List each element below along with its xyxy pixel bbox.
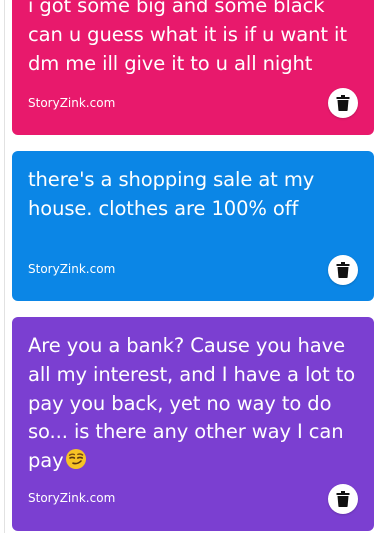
left-divider (4, 0, 5, 533)
card-text: Are you a bank? Cause you have all my in… (28, 332, 360, 479)
delete-button[interactable] (328, 88, 358, 118)
pickup-line-card: Are you a bank? Cause you have all my in… (12, 317, 374, 531)
pickup-line-card: i got some big and some black can u gues… (12, 0, 374, 135)
trash-icon (336, 491, 350, 507)
delete-button[interactable] (328, 484, 358, 514)
pickup-line-card: there's a shopping sale at my house. clo… (12, 151, 374, 301)
card-source-label: StoryZink.com (28, 491, 116, 505)
delete-button[interactable] (328, 255, 358, 285)
card-text: there's a shopping sale at my house. clo… (28, 168, 315, 220)
trash-icon (336, 262, 350, 278)
card-text: i got some big and some black can u gues… (28, 0, 347, 75)
trash-icon (336, 95, 350, 111)
smirking-face-emoji (65, 448, 87, 479)
card-source-label: StoryZink.com (28, 262, 116, 276)
card-source-label: StoryZink.com (28, 96, 116, 110)
